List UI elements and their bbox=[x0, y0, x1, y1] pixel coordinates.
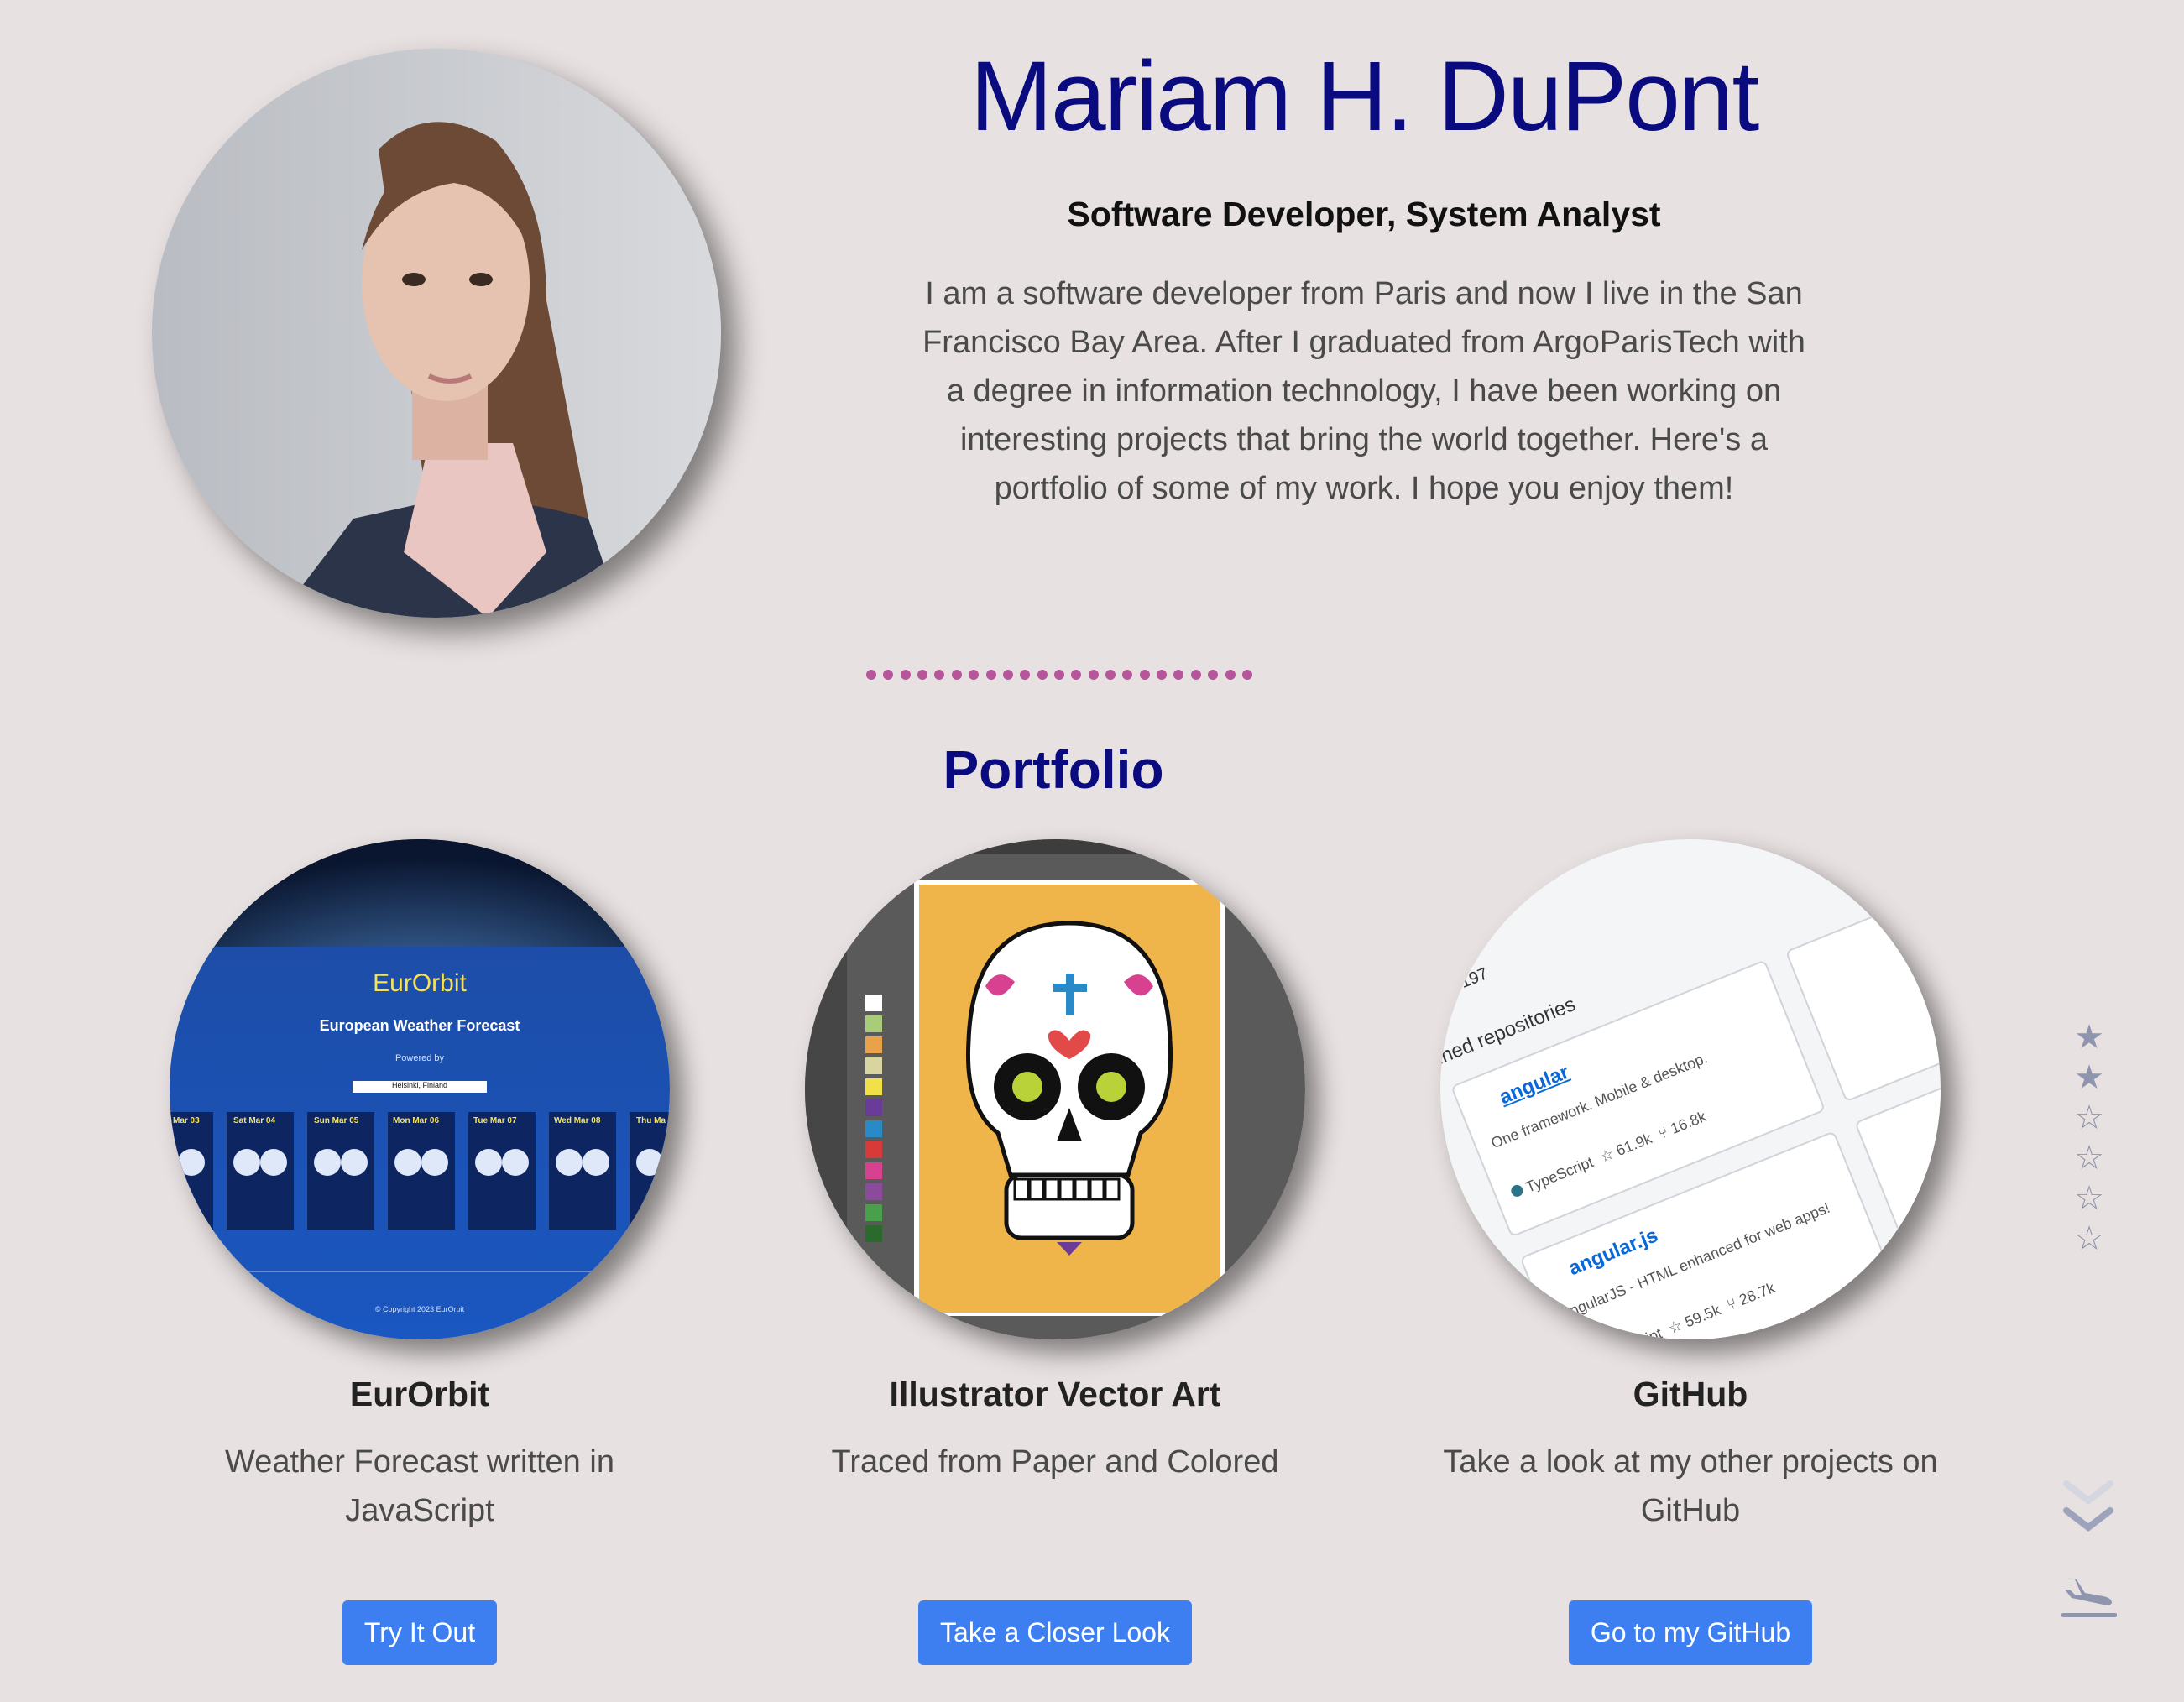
sugar-skull-thumbnail bbox=[805, 839, 1305, 1339]
star-empty-icon[interactable]: ☆ bbox=[2072, 1138, 2107, 1178]
github-repos-label: ries 197 bbox=[1440, 964, 1491, 1005]
take-a-closer-look-button[interactable]: Take a Closer Look bbox=[918, 1600, 1192, 1665]
portfolio-card-illustrator: Illustrator Vector Art Traced from Paper… bbox=[736, 839, 1374, 1665]
card-title: Illustrator Vector Art bbox=[889, 1375, 1221, 1413]
star-empty-icon[interactable]: ☆ bbox=[2072, 1219, 2107, 1259]
eurorbit-city: Helsinki, Finland bbox=[391, 1081, 448, 1089]
card-title: EurOrbit bbox=[349, 1375, 490, 1413]
eurorbit-powered: Powered by bbox=[394, 1053, 445, 1063]
profile-role: Software Developer, System Analyst bbox=[1067, 195, 1661, 233]
rating-stars: ★ ★ ☆ ☆ ☆ ☆ bbox=[2072, 1017, 2107, 1259]
section-divider bbox=[866, 670, 1252, 681]
card-title: GitHub bbox=[1633, 1375, 1748, 1413]
portfolio-card-github: ries 197 nned repositories angular One f… bbox=[1372, 839, 2009, 1665]
star-filled-icon[interactable]: ★ bbox=[2072, 1017, 2107, 1057]
profile-name: Mariam H. DuPont bbox=[969, 41, 1760, 152]
hero-section: Mariam H. DuPont Software Developer, Sys… bbox=[907, 34, 1821, 513]
card-description: Traced from Paper and Colored bbox=[831, 1444, 1279, 1480]
github-thumbnail: ries 197 nned repositories angular One f… bbox=[1440, 839, 1941, 1339]
star-empty-icon[interactable]: ☆ bbox=[2072, 1098, 2107, 1138]
portfolio-title: Portfolio bbox=[943, 739, 1164, 800]
eurorbit-days: Mar 03 Sat Mar 04 Sun Mar 05 Mon Mar 06 … bbox=[173, 1116, 666, 1125]
star-filled-icon[interactable]: ★ bbox=[2072, 1057, 2107, 1098]
star-empty-icon[interactable]: ☆ bbox=[2072, 1178, 2107, 1219]
airplane-landing-icon[interactable] bbox=[2060, 1571, 2119, 1620]
eurorbit-subtitle: European Weather Forecast bbox=[319, 1017, 520, 1034]
profile-photo bbox=[152, 49, 721, 618]
card-description: Take a look at my other projects on GitH… bbox=[1443, 1444, 1938, 1528]
card-description: Weather Forecast written in JavaScript bbox=[225, 1444, 614, 1528]
eurorbit-thumbnail: EurOrbit European Weather Forecast Power… bbox=[170, 839, 670, 1339]
scroll-down-chevron-icon[interactable] bbox=[2061, 1477, 2115, 1545]
profile-bio: I am a software developer from Paris and… bbox=[922, 276, 1805, 506]
eurorbit-app-title: EurOrbit bbox=[373, 969, 467, 997]
portfolio-card-eurorbit: EurOrbit European Weather Forecast Power… bbox=[101, 839, 739, 1665]
try-it-out-button[interactable]: Try It Out bbox=[342, 1600, 498, 1665]
go-to-my-github-button[interactable]: Go to my GitHub bbox=[1568, 1600, 1813, 1665]
eurorbit-footer: © Copyright 2023 EurOrbit bbox=[374, 1305, 465, 1313]
